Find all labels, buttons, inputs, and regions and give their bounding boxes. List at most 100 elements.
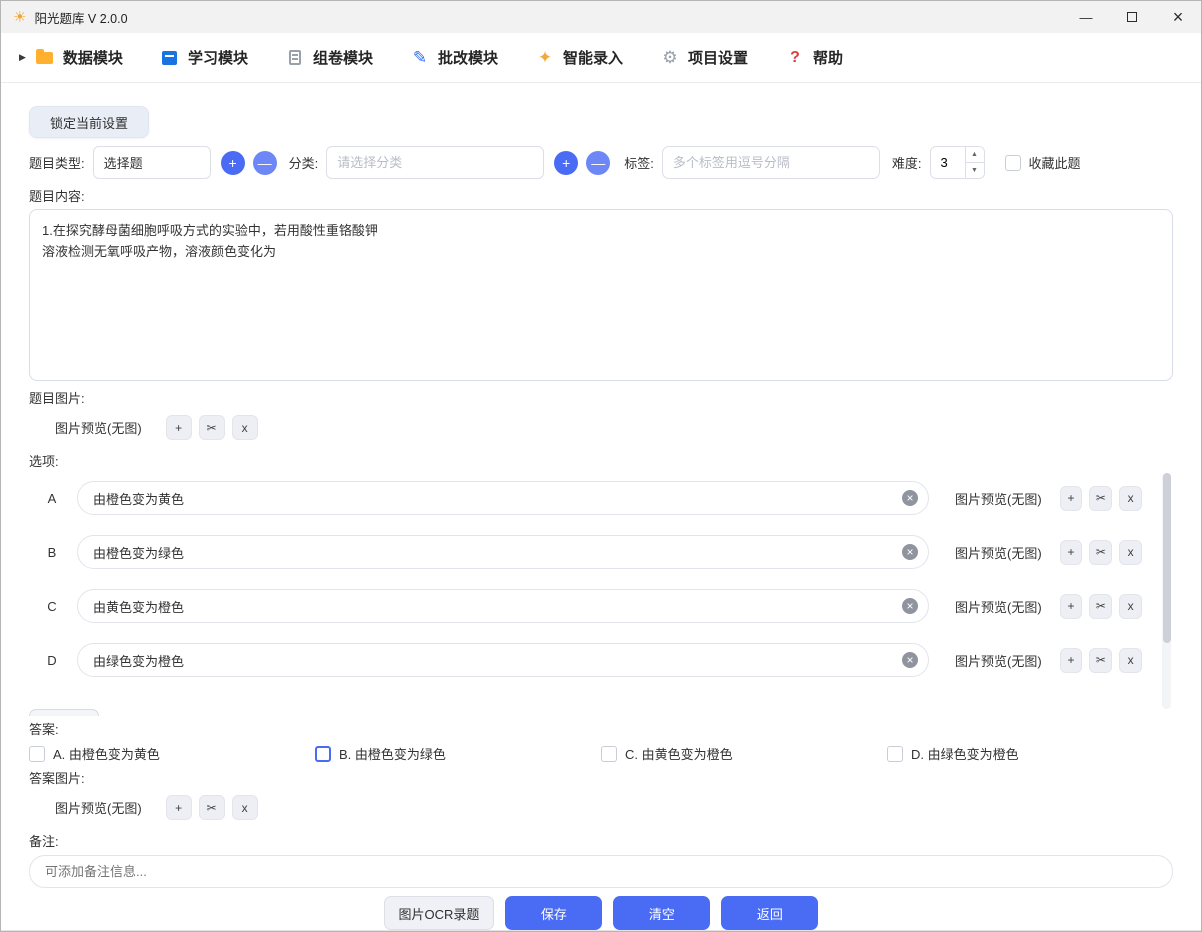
gear-icon: ⚙	[662, 47, 678, 67]
nav-label: 数据模块	[62, 50, 123, 67]
add-image-button[interactable]: +	[1059, 593, 1083, 619]
category-select[interactable]	[326, 146, 545, 179]
add-type-button[interactable]: +	[220, 150, 245, 175]
clear-icon[interactable]: ×	[902, 544, 918, 560]
image-preview-label: 图片预览(无图)	[955, 545, 1042, 561]
remove-image-button[interactable]: x	[231, 795, 258, 820]
nav-label: 组卷模块	[312, 50, 373, 67]
tags-label: 标签:	[624, 156, 654, 171]
crop-image-button[interactable]: ✂	[1089, 539, 1113, 565]
save-button[interactable]: 保存	[505, 896, 603, 930]
clear-button[interactable]: 清空	[613, 896, 711, 930]
remark-input[interactable]	[29, 855, 1173, 888]
spin-down-icon[interactable]: ▼	[965, 163, 984, 178]
add-image-button[interactable]: +	[1059, 647, 1083, 673]
add-image-button[interactable]: +	[1059, 485, 1083, 511]
lock-settings-button[interactable]: 锁定当前设置	[29, 106, 150, 138]
remove-image-button[interactable]: x	[1119, 647, 1143, 673]
add-category-button[interactable]: +	[554, 150, 579, 175]
answer-b-checkbox[interactable]	[315, 745, 331, 762]
remove-image-button[interactable]: x	[231, 415, 258, 440]
remove-image-button[interactable]: x	[1119, 539, 1143, 565]
answer-choice-label: C. 由黄色变为橙色	[625, 747, 733, 762]
partial-next-option-row	[29, 709, 99, 716]
option-letter: A	[47, 490, 57, 506]
question-image-label: 题目图片:	[29, 391, 85, 406]
minimize-button[interactable]: —	[1063, 1, 1109, 33]
remove-category-button[interactable]: —	[586, 150, 611, 175]
image-preview-label: 图片预览(无图)	[955, 599, 1042, 615]
nav-label: 帮助	[813, 50, 844, 67]
option-b-input[interactable]	[77, 535, 929, 569]
option-letter: B	[47, 544, 57, 560]
option-row-b: B × 图片预览(无图) + ✂ x	[29, 535, 1149, 569]
answer-a-checkbox[interactable]	[29, 745, 45, 762]
answer-image-label: 答案图片:	[29, 771, 85, 786]
main-menu-bar: ▶ 数据模块 学习模块 组卷模块 ✎ 批改模块 ✦ 智能录入 ⚙ 项目设置 ? …	[1, 33, 1201, 83]
answer-choices-row: A. 由橙色变为黄色 B. 由橙色变为绿色 C. 由黄色变为橙色 D. 由绿色变…	[29, 744, 1173, 763]
nav-item-smart-entry[interactable]: ✦ 智能录入	[536, 47, 623, 68]
option-c-input[interactable]	[77, 589, 929, 623]
expand-arrow-icon[interactable]: ▶	[19, 52, 26, 63]
crop-image-button[interactable]: ✂	[1089, 647, 1113, 673]
nav-item-help[interactable]: ? 帮助	[786, 47, 843, 68]
window-title: 阳光题库 V 2.0.0	[34, 11, 128, 26]
ocr-entry-button[interactable]: 图片OCR录题	[383, 896, 495, 930]
nav-item-paper-module[interactable]: 组卷模块	[286, 47, 373, 68]
question-content-label: 题目内容:	[29, 189, 85, 204]
option-row-c: C × 图片预览(无图) + ✂ x	[29, 589, 1149, 623]
options-scrollbar-thumb[interactable]	[1162, 473, 1171, 643]
option-a-input[interactable]	[77, 481, 929, 515]
difficulty-input[interactable]	[930, 147, 965, 178]
answer-image-tools: 图片预览(无图) + ✂ x	[55, 795, 1173, 820]
answer-d-checkbox[interactable]	[887, 745, 903, 762]
close-button[interactable]: ×	[1155, 1, 1201, 33]
crop-image-button[interactable]: ✂	[198, 795, 225, 820]
image-preview-label: 图片预览(无图)	[55, 801, 142, 816]
answer-choice-label: B. 由橙色变为绿色	[339, 747, 446, 762]
difficulty-stepper: ▲ ▼	[929, 146, 985, 179]
answer-choice-a: A. 由橙色变为黄色	[29, 744, 315, 763]
clear-icon[interactable]: ×	[902, 598, 918, 614]
sparkle-icon: ✦	[537, 47, 553, 67]
titlebar: ☀ 阳光题库 V 2.0.0 — ×	[1, 1, 1201, 33]
difficulty-spin-buttons: ▲ ▼	[964, 147, 984, 178]
image-preview-label: 图片预览(无图)	[955, 653, 1042, 669]
pencil-icon: ✎	[412, 47, 428, 67]
category-label: 分类:	[288, 156, 319, 171]
nav-item-grading-module[interactable]: ✎ 批改模块	[411, 47, 498, 68]
option-d-input[interactable]	[77, 643, 929, 677]
nav-label: 学习模块	[187, 50, 248, 67]
tags-input[interactable]	[661, 146, 880, 179]
add-image-button[interactable]: +	[165, 415, 192, 440]
remove-type-button[interactable]: —	[252, 150, 277, 175]
answer-choice-label: A. 由橙色变为黄色	[53, 747, 160, 762]
nav-item-project-settings[interactable]: ⚙ 项目设置	[661, 47, 748, 68]
remove-image-button[interactable]: x	[1119, 485, 1143, 511]
options-scrollbar[interactable]	[1162, 473, 1171, 709]
spin-up-icon[interactable]: ▲	[965, 147, 984, 163]
add-image-button[interactable]: +	[165, 795, 192, 820]
maximize-button[interactable]	[1109, 1, 1155, 33]
clear-icon[interactable]: ×	[902, 652, 918, 668]
question-type-select[interactable]	[92, 146, 211, 179]
answer-choice-b: B. 由橙色变为绿色	[315, 744, 601, 763]
book-icon	[161, 49, 179, 67]
document-icon	[286, 49, 304, 67]
maximize-icon	[1127, 12, 1137, 22]
answer-c-checkbox[interactable]	[601, 745, 617, 762]
clear-icon[interactable]: ×	[902, 490, 918, 506]
crop-image-button[interactable]: ✂	[1089, 485, 1113, 511]
nav-item-data-module[interactable]: 数据模块	[36, 47, 123, 68]
crop-image-button[interactable]: ✂	[198, 415, 225, 440]
crop-image-button[interactable]: ✂	[1089, 593, 1113, 619]
add-image-button[interactable]: +	[1059, 539, 1083, 565]
nav-label: 批改模块	[437, 50, 498, 67]
back-button[interactable]: 返回	[721, 896, 819, 930]
favorite-checkbox[interactable]	[1004, 154, 1021, 171]
image-preview-label: 图片预览(无图)	[955, 491, 1042, 507]
remove-image-button[interactable]: x	[1119, 593, 1143, 619]
question-meta-row: 题目类型: + — 分类: + — 标签: 难度: ▲ ▼ 收藏此题	[29, 146, 1173, 179]
nav-item-study-module[interactable]: 学习模块	[161, 47, 248, 68]
question-content-textarea[interactable]: 1.在探究酵母菌细胞呼吸方式的实验中，若用酸性重铬酸钾 溶液检测无氧呼吸产物，溶…	[29, 209, 1173, 381]
